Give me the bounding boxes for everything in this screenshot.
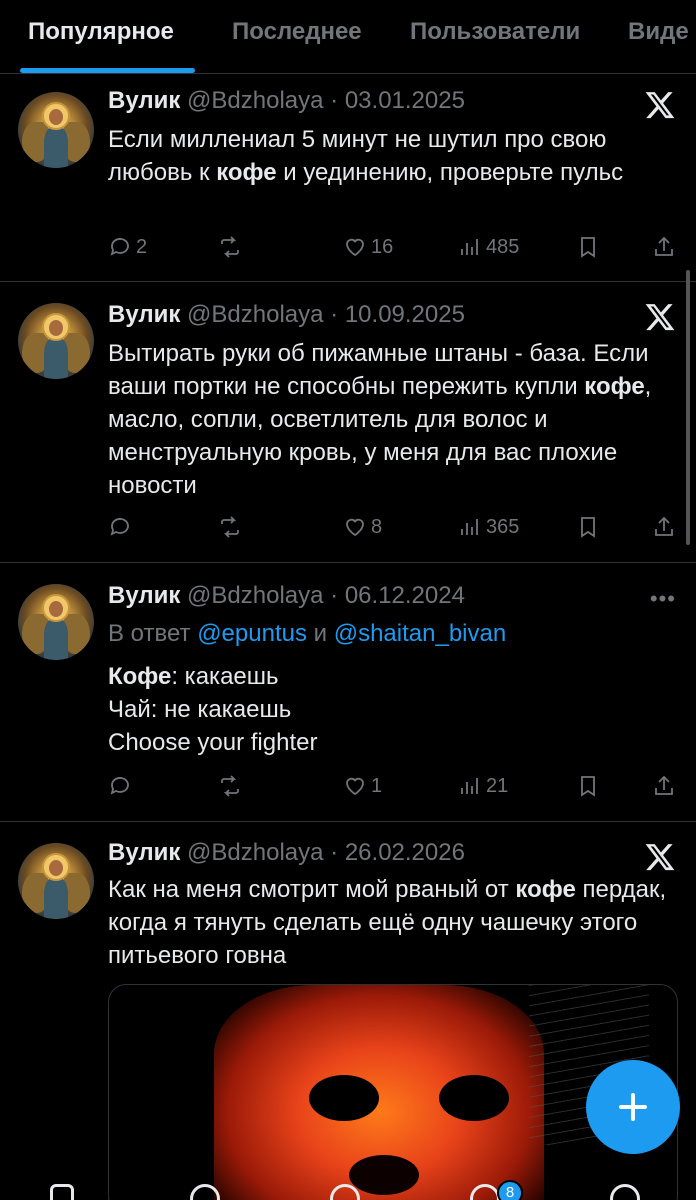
- avatar[interactable]: [18, 843, 94, 919]
- tweet-text: Кофе: какаешь Чай: не какаешь Choose your …: [108, 663, 318, 756]
- share-button[interactable]: [652, 235, 676, 259]
- more-icon[interactable]: •••: [650, 586, 676, 612]
- tab-bar: Популярное Последнее Пользователи Виде: [0, 0, 696, 74]
- share-button[interactable]: [652, 774, 676, 798]
- avatar[interactable]: [18, 584, 94, 660]
- retweet-button[interactable]: [218, 774, 246, 798]
- dot-separator: ·: [323, 301, 345, 328]
- tweet-2[interactable]: Вулик @Bdzholaya · 10.09.2025 Вытирать р…: [0, 283, 696, 563]
- plus-icon: [619, 1093, 647, 1121]
- avatar[interactable]: [18, 303, 94, 379]
- bookmark-icon: [581, 237, 595, 258]
- reply-context: В ответ @epuntus и @shaitan_bivan: [108, 620, 507, 647]
- active-tab-indicator: [20, 68, 195, 73]
- author-name[interactable]: Вулик: [108, 582, 180, 609]
- x-logo-icon: [645, 304, 675, 331]
- retweet-icon: [221, 236, 239, 258]
- messages-icon[interactable]: [610, 1184, 640, 1200]
- tweet-actions: 2 16 485: [108, 235, 680, 265]
- tweet-text: Если миллениал 5 минут не шутил про свою…: [108, 126, 624, 186]
- tweet-date[interactable]: 06.12.2024: [345, 582, 465, 609]
- author-handle[interactable]: @Bdzholaya: [187, 582, 323, 609]
- tweet-date[interactable]: 26.02.2026: [345, 839, 465, 866]
- media-eye-right: [439, 1075, 509, 1121]
- x-logo-icon: [645, 844, 675, 871]
- views-button[interactable]: 365: [458, 515, 519, 539]
- x-logo-icon: [645, 92, 675, 119]
- author-name[interactable]: Вулик: [108, 87, 180, 114]
- compose-button[interactable]: [586, 1060, 680, 1154]
- tweet-header: Вулик @Bdzholaya · 10.09.2025: [108, 301, 465, 329]
- retweet-button[interactable]: [218, 235, 246, 259]
- author-handle[interactable]: @Bdzholaya: [187, 301, 323, 328]
- like-button[interactable]: 16: [343, 235, 393, 259]
- retweet-icon: [221, 516, 239, 538]
- tab-latest[interactable]: Последнее: [232, 18, 362, 46]
- notification-badge: 8: [497, 1180, 523, 1200]
- heart-icon: [346, 518, 364, 537]
- search-icon[interactable]: [190, 1184, 220, 1200]
- reply-icon: [110, 238, 129, 256]
- mention-link[interactable]: @shaitan_bivan: [334, 620, 506, 647]
- heart-icon: [346, 777, 364, 796]
- author-name[interactable]: Вулик: [108, 301, 180, 328]
- bottom-nav: [0, 1180, 696, 1200]
- dot-separator: ·: [323, 87, 345, 114]
- bookmark-button[interactable]: [576, 515, 600, 539]
- grok-icon[interactable]: [330, 1184, 360, 1200]
- tweet-header: Вулик @Bdzholaya · 06.12.2024: [108, 582, 465, 610]
- scrollbar[interactable]: [686, 270, 690, 545]
- reply-icon: [110, 518, 129, 536]
- tweet-3[interactable]: Вулик @Bdzholaya · 06.12.2024 ••• В отве…: [0, 564, 696, 822]
- like-button[interactable]: 1: [343, 774, 382, 798]
- keyword-highlight: кофе: [515, 876, 576, 903]
- bookmark-icon: [581, 517, 595, 538]
- home-icon[interactable]: [50, 1184, 74, 1200]
- avatar[interactable]: [18, 92, 94, 168]
- tweet-header: Вулик @Bdzholaya · 26.02.2026: [108, 839, 465, 867]
- keyword-highlight: кофе: [216, 159, 277, 186]
- tweet-date[interactable]: 03.01.2025: [345, 87, 465, 114]
- bookmark-icon: [581, 776, 595, 797]
- share-icon: [655, 236, 673, 256]
- tweet-header: Вулик @Bdzholaya · 03.01.2025: [108, 87, 465, 115]
- share-icon: [655, 516, 673, 536]
- dot-separator: ·: [323, 839, 345, 866]
- tweet-date[interactable]: 10.09.2025: [345, 301, 465, 328]
- keyword-highlight: кофе: [584, 373, 645, 400]
- tweet-actions: 1 21: [108, 774, 680, 804]
- author-handle[interactable]: @Bdzholaya: [187, 87, 323, 114]
- tweet-actions: 8 365: [108, 515, 680, 545]
- media-eye-left: [309, 1075, 379, 1121]
- tab-video[interactable]: Виде: [628, 18, 689, 46]
- reply-button[interactable]: [108, 515, 136, 539]
- like-button[interactable]: 8: [343, 515, 382, 539]
- views-button[interactable]: 485: [458, 235, 519, 259]
- views-icon: [461, 519, 478, 535]
- notifications-icon[interactable]: [470, 1184, 500, 1200]
- author-handle[interactable]: @Bdzholaya: [187, 839, 323, 866]
- tweet-text: Вытирать руки об пижамные штаны - база. …: [108, 340, 652, 499]
- mention-link[interactable]: @epuntus: [197, 620, 307, 647]
- heart-icon: [346, 238, 364, 257]
- views-button[interactable]: 21: [458, 774, 508, 798]
- reply-button[interactable]: 2: [108, 235, 147, 259]
- bookmark-button[interactable]: [576, 774, 600, 798]
- keyword-highlight: Кофе: [108, 663, 172, 690]
- reply-button[interactable]: [108, 774, 136, 798]
- share-button[interactable]: [652, 515, 676, 539]
- dot-separator: ·: [323, 582, 345, 609]
- retweet-button[interactable]: [218, 515, 246, 539]
- bookmark-button[interactable]: [576, 235, 600, 259]
- reply-icon: [110, 777, 129, 795]
- share-icon: [655, 775, 673, 795]
- tab-popular[interactable]: Популярное: [28, 18, 174, 46]
- tab-users[interactable]: Пользователи: [410, 18, 580, 46]
- tweet-text: Как на меня смотрит мой рваный от кофе п…: [108, 876, 667, 969]
- views-icon: [461, 239, 478, 255]
- views-icon: [461, 778, 478, 794]
- retweet-icon: [221, 775, 239, 797]
- tweet-1[interactable]: Вулик @Bdzholaya · 03.01.2025 Если милле…: [0, 75, 696, 282]
- author-name[interactable]: Вулик: [108, 839, 180, 866]
